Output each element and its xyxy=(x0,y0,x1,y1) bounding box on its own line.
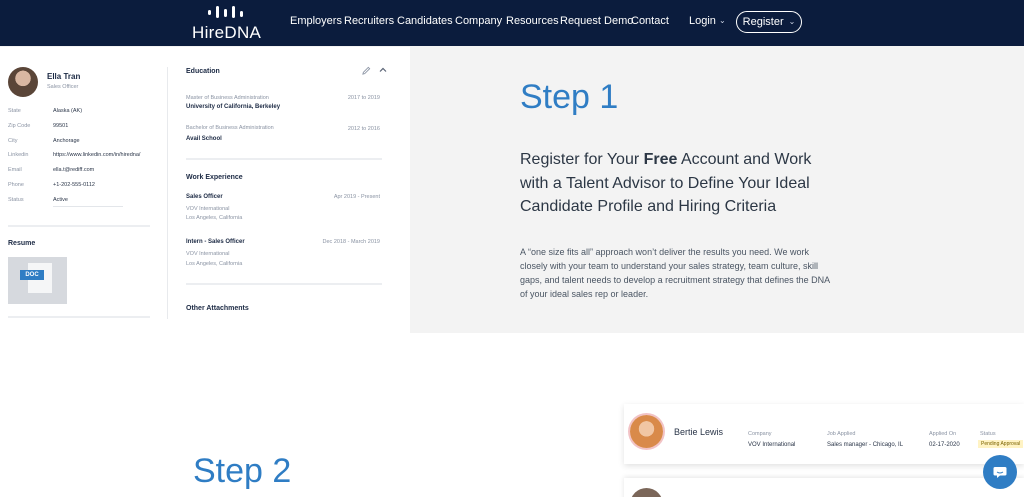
profile-title: Sales Officer xyxy=(47,84,79,90)
other-attachments-heading: Other Attachments xyxy=(186,305,249,312)
login-label: Login xyxy=(689,15,716,27)
education-degree: Bachelor of Business Administration xyxy=(186,125,274,131)
field-value-zip: 99501 xyxy=(53,123,69,129)
logo-bars-icon xyxy=(208,6,243,18)
headline-bold-text: Free xyxy=(643,151,678,168)
work-location: Los Angeles, California xyxy=(186,215,243,221)
education-dates: 2017 to 2019 xyxy=(347,95,380,101)
company-label: Company xyxy=(748,431,772,437)
divider xyxy=(186,283,382,285)
applied-on-value: 02-17-2020 xyxy=(929,442,960,448)
vertical-divider xyxy=(167,67,168,319)
field-value-status: Active xyxy=(53,197,68,203)
candidate-row-card[interactable]: Bertie Lewis Company VOV International J… xyxy=(624,404,1024,464)
profile-avatar xyxy=(8,67,38,97)
work-company: VOV International xyxy=(186,251,230,257)
candidate-profile-card: Ella Tran Sales Officer State Alaska (AK… xyxy=(0,47,410,333)
field-label-phone: Phone xyxy=(8,182,24,188)
work-company: VOV International xyxy=(186,206,230,212)
pencil-icon[interactable] xyxy=(362,66,371,75)
job-applied-label: Job Applied xyxy=(827,431,856,437)
chat-button[interactable] xyxy=(983,455,1017,489)
field-label-state: State xyxy=(8,108,21,114)
field-label-linkedin: Linkedin xyxy=(8,152,29,158)
login-menu[interactable]: Login ⌄ xyxy=(689,15,726,27)
step-1-description: A “one size fits all” approach won’t del… xyxy=(520,247,830,299)
field-label-status: Status xyxy=(8,197,24,203)
field-value-state: Alaska (AK) xyxy=(53,108,83,114)
register-button[interactable]: Register ⌄ xyxy=(736,11,802,33)
field-value-city: Anchorage xyxy=(53,138,80,144)
education-degree: Master of Business Administration xyxy=(186,95,269,101)
top-navbar: HireDNA Employers Recruiters Candidates … xyxy=(0,0,1024,46)
step-1-heading: Step 1 xyxy=(520,78,619,116)
divider xyxy=(53,206,123,207)
nav-request-demo[interactable]: Request Demo xyxy=(560,15,633,27)
status-badge: Pending Approval xyxy=(978,440,1024,448)
status-label: Status xyxy=(980,431,996,437)
candidate-row-card[interactable] xyxy=(624,478,1024,497)
nav-company[interactable]: Company xyxy=(455,15,502,27)
register-label: Register xyxy=(742,16,784,28)
resume-document-thumbnail[interactable]: DOC xyxy=(8,257,67,304)
profile-name: Ella Tran xyxy=(47,72,81,81)
step-2-heading: Step 2 xyxy=(193,452,292,490)
resume-heading: Resume xyxy=(8,240,36,247)
nav-candidates[interactable]: Candidates xyxy=(397,15,453,27)
work-dates: Apr 2019 - Present xyxy=(333,194,380,200)
divider xyxy=(186,158,382,160)
work-role: Sales Officer xyxy=(186,194,223,200)
education-school: Avail School xyxy=(186,136,222,142)
doc-badge: DOC xyxy=(20,270,44,280)
work-location: Los Angeles, California xyxy=(186,261,243,267)
work-role: Intern - Sales Officer xyxy=(186,239,245,245)
field-label-email: Email xyxy=(8,167,22,173)
education-school: University of California, Berkeley xyxy=(186,104,281,110)
chevron-down-icon: ⌄ xyxy=(718,16,726,25)
nav-resources[interactable]: Resources xyxy=(506,15,559,27)
company-value: VOV International xyxy=(748,442,796,448)
chevron-down-icon: ⌄ xyxy=(788,16,796,26)
job-applied-value: Sales manager - Chicago, IL xyxy=(827,442,904,448)
divider xyxy=(8,316,150,318)
step-1-headline: Register for Your Free Account and Work … xyxy=(520,148,820,219)
divider xyxy=(8,225,150,227)
hiredna-logo[interactable]: HireDNA xyxy=(192,4,262,42)
field-value-phone: +1-202-555-0112 xyxy=(53,182,95,188)
work-experience-heading: Work Experience xyxy=(186,174,243,181)
field-label-zip: Zip Code xyxy=(8,123,31,129)
applied-on-label: Applied On xyxy=(929,431,957,437)
candidate-name: Bertie Lewis xyxy=(674,427,724,437)
headline-text: Register for Your xyxy=(520,151,644,168)
field-value-email[interactable]: ella.t@rediff.com xyxy=(53,167,94,173)
candidate-avatar xyxy=(630,488,663,497)
field-label-city: City xyxy=(8,138,18,144)
candidate-avatar xyxy=(630,415,663,448)
education-heading: Education xyxy=(186,68,220,75)
work-dates: Dec 2018 - March 2019 xyxy=(322,239,380,245)
logo-text: HireDNA xyxy=(192,23,262,42)
nav-contact[interactable]: Contact xyxy=(631,15,669,27)
chat-bubble-icon xyxy=(993,467,1007,478)
chevron-up-icon[interactable] xyxy=(378,65,388,75)
education-dates: 2012 to 2016 xyxy=(347,126,380,132)
field-value-linkedin[interactable]: https://www.linkedin.com/in/hiredna/ xyxy=(53,152,140,158)
nav-recruiters[interactable]: Recruiters xyxy=(344,15,394,27)
nav-employers[interactable]: Employers xyxy=(290,15,342,27)
